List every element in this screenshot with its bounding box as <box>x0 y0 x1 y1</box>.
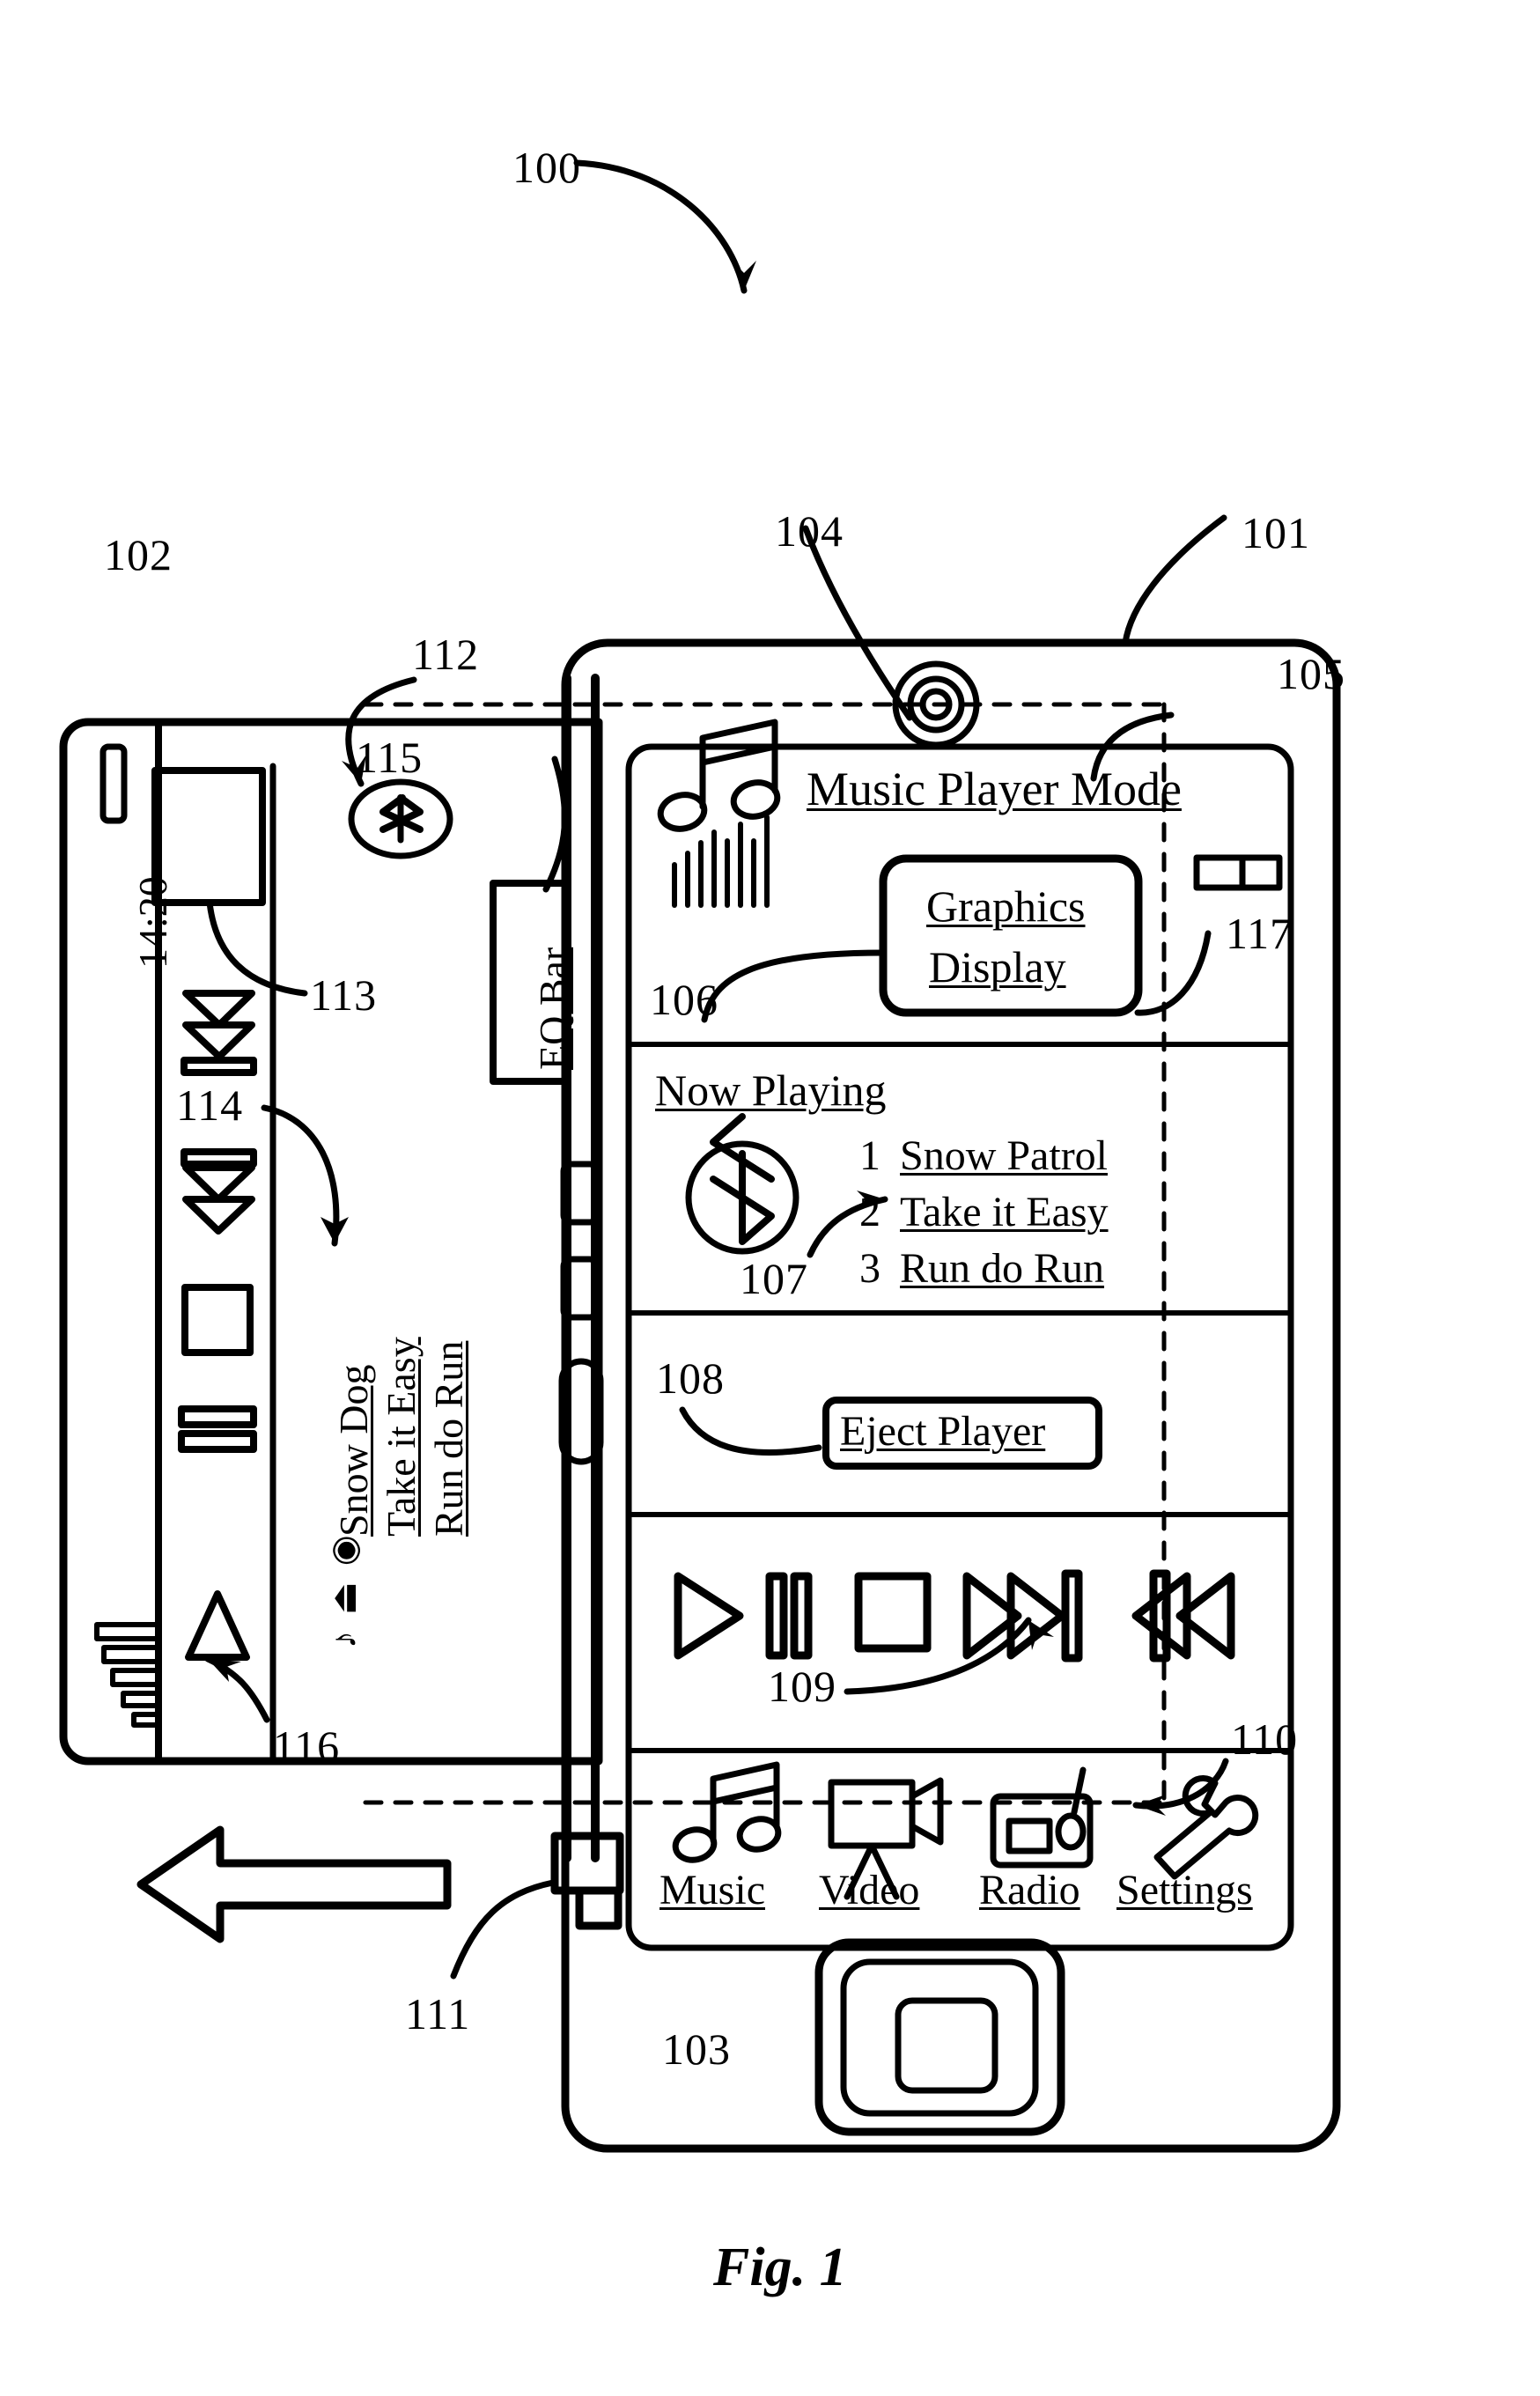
player-status-time: 14:20 <box>130 876 175 969</box>
track-number-1: 1 <box>859 1132 881 1179</box>
lead-line-111 <box>450 1879 556 1979</box>
now-playing-title: Now Playing <box>655 1065 887 1115</box>
nav-label-video[interactable]: Video <box>819 1868 919 1913</box>
player-track-3[interactable]: Run do Run <box>426 1341 471 1537</box>
lead-line-101 <box>1122 514 1227 646</box>
connector-plug <box>575 1886 623 1930</box>
ref-106: 106 <box>650 975 718 1024</box>
ref-114: 114 <box>176 1080 244 1130</box>
player-track-1[interactable]: Snow Dog <box>331 1364 376 1537</box>
nav-settings-icon <box>1153 1775 1259 1880</box>
eject-player-label[interactable]: Eject Player <box>840 1409 1045 1454</box>
transport-icons <box>674 1569 1235 1662</box>
home-btn-inner <box>895 1997 998 2094</box>
ref-110: 110 <box>1231 1714 1299 1764</box>
track-title-1[interactable]: Snow Patrol <box>900 1133 1108 1178</box>
slide-out-arrow-icon <box>136 1825 452 1943</box>
ref-116: 116 <box>273 1721 341 1771</box>
figure-caption: Fig. 1 <box>713 2237 847 2297</box>
ref-112: 112 <box>412 630 480 679</box>
track-number-2: 2 <box>859 1189 881 1235</box>
ref-107: 107 <box>740 1254 808 1303</box>
nav-label-music[interactable]: Music <box>659 1868 765 1913</box>
ref-103: 103 <box>662 2024 731 2074</box>
bluetooth-icon-screen <box>685 1113 799 1255</box>
ref-102: 102 <box>104 530 173 579</box>
track-title-2[interactable]: Take it Easy <box>900 1190 1109 1235</box>
ref-100: 100 <box>512 143 581 192</box>
ref-105: 105 <box>1277 649 1345 698</box>
nav-label-settings[interactable]: Settings <box>1116 1868 1253 1913</box>
lead-line-100 <box>573 159 748 294</box>
player-small-icons: ♪⏏◉ <box>324 1519 364 1648</box>
lead-line-104 <box>802 525 913 721</box>
ref-111: 111 <box>405 1989 471 2038</box>
graphics-display-line-1: Graphics <box>926 881 1086 931</box>
speaker-slot <box>99 743 128 824</box>
ref-108: 108 <box>656 1353 725 1403</box>
lead-line-108 <box>679 1406 822 1456</box>
lead-line-106 <box>701 949 887 1023</box>
nav-label-radio[interactable]: Radio <box>979 1868 1080 1913</box>
patent-figure-1: 100 101 102 103 104 105 106 107 108 109 … <box>0 0 1540 2396</box>
ref-115: 115 <box>356 733 424 782</box>
ref-113: 113 <box>310 970 378 1020</box>
player-track-2[interactable]: Take it Easy <box>379 1337 424 1537</box>
lead-line-110 <box>1132 1758 1229 1810</box>
ref-109: 109 <box>768 1662 836 1711</box>
ref-101: 101 <box>1242 508 1310 557</box>
lead-line-113 <box>206 899 308 997</box>
nav-music-icon <box>672 1761 782 1863</box>
nav-radio-icon <box>990 1766 1094 1869</box>
eq-bar-label[interactable]: EQ Bar <box>531 947 576 1070</box>
volume-slider-icon <box>1193 854 1283 891</box>
music-note-icon-header <box>657 719 781 832</box>
signal-bars-icon <box>94 1622 161 1728</box>
ref-104: 104 <box>775 506 844 556</box>
lead-line-117 <box>1134 930 1212 1016</box>
track-number-3: 3 <box>859 1245 881 1292</box>
track-title-3[interactable]: Run do Run <box>900 1246 1104 1291</box>
screen-title: Music Player Mode <box>807 763 1182 815</box>
ref-117: 117 <box>1226 909 1293 958</box>
bluetooth-badge-icon <box>348 778 453 859</box>
figure-linework <box>59 159 1341 2153</box>
graphics-display-line-2: Display <box>929 942 1066 992</box>
